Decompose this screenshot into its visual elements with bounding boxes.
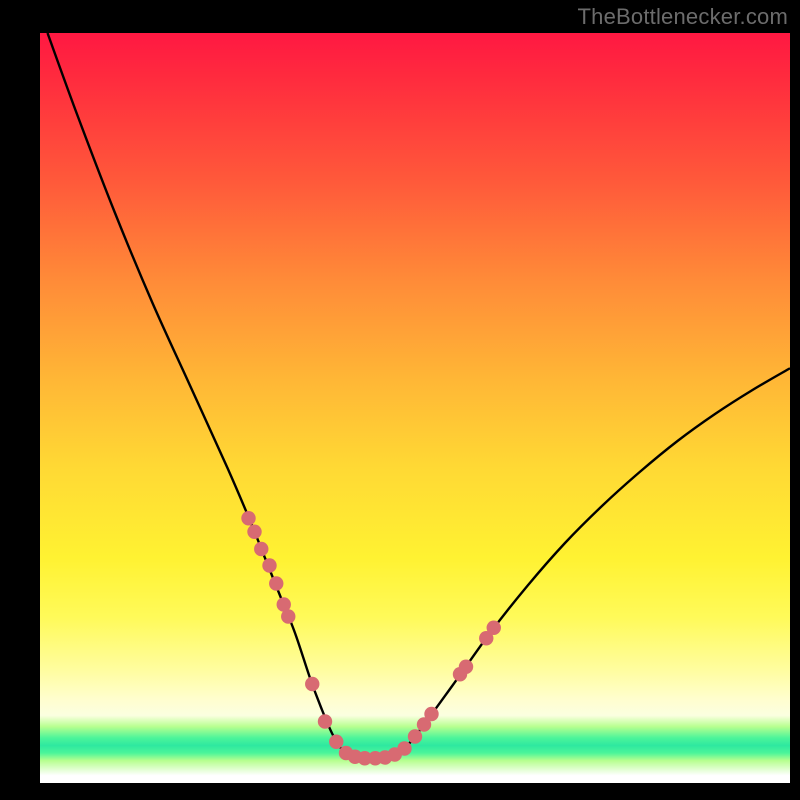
bottleneck-curve: [48, 33, 791, 758]
data-point: [318, 714, 332, 728]
data-point: [247, 525, 261, 539]
data-point: [487, 621, 501, 635]
plot-area: [40, 33, 790, 783]
chart-frame: TheBottlenecker.com: [0, 0, 800, 800]
curve-layer: [40, 33, 790, 783]
data-point: [262, 558, 276, 572]
data-point: [397, 741, 411, 755]
data-point: [408, 729, 422, 743]
data-point: [281, 609, 295, 623]
data-point: [254, 542, 268, 556]
data-point: [329, 735, 343, 749]
data-point: [269, 576, 283, 590]
watermark-text: TheBottlenecker.com: [578, 4, 788, 30]
data-point: [305, 677, 319, 691]
data-points: [241, 511, 501, 765]
data-point: [459, 660, 473, 674]
data-point: [241, 511, 255, 525]
data-point: [424, 707, 438, 721]
